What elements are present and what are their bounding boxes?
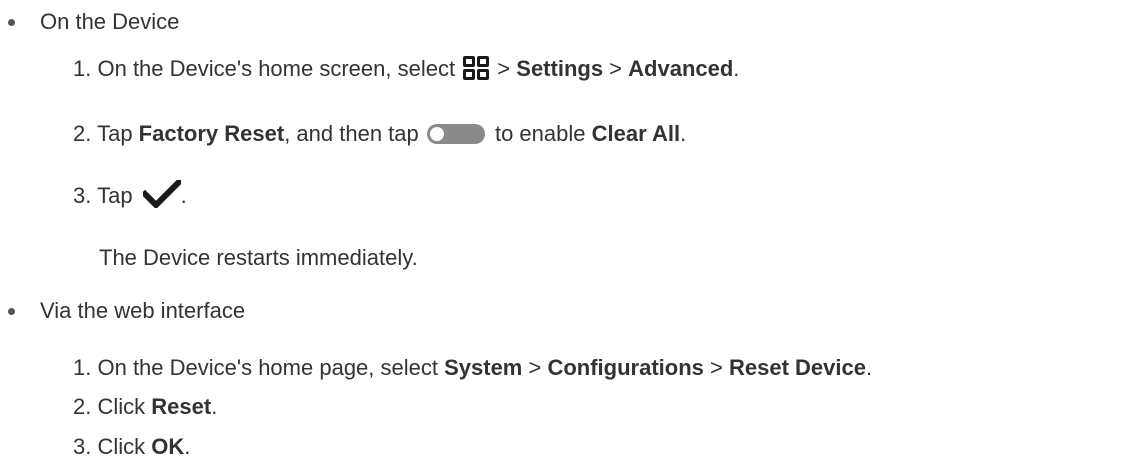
web-step-1: 1. On the Device's home page, select Sys…	[73, 353, 872, 383]
step-end: .	[733, 56, 740, 81]
step-end: .	[680, 121, 687, 146]
factory-reset-label: Factory Reset	[138, 121, 285, 146]
device-step-3: 3. Tap .	[73, 177, 187, 210]
heading-text: On the Device	[40, 9, 180, 34]
step-text: to enable	[488, 121, 592, 146]
device-result-note: The Device restarts immediately.	[99, 243, 418, 273]
step-text: On the Device's home page, select	[97, 355, 445, 380]
ok-label: OK	[151, 434, 185, 459]
configurations-label: Configurations	[547, 355, 704, 380]
step-number: 1.	[73, 56, 92, 81]
clear-all-label: Clear All	[591, 121, 681, 146]
step-number: 2.	[73, 121, 92, 146]
settings-label: Settings	[516, 56, 604, 81]
section-heading-on-device: On the Device	[40, 7, 179, 37]
section-heading-web-interface: Via the web interface	[40, 296, 245, 326]
step-text: Click	[97, 434, 152, 459]
web-step-3: 3. Click OK.	[73, 432, 190, 462]
reset-label: Reset	[151, 394, 212, 419]
advanced-label: Advanced	[628, 56, 734, 81]
step-number: 2.	[73, 394, 92, 419]
device-step-2: 2. Tap Factory Reset, and then tap to en…	[73, 119, 686, 149]
separator: >	[522, 355, 548, 380]
reset-device-label: Reset Device	[728, 355, 866, 380]
bullet-web-interface	[8, 308, 15, 315]
web-step-2: 2. Click Reset.	[73, 392, 217, 422]
separator: >	[491, 56, 517, 81]
step-end: .	[180, 183, 187, 208]
toggle-off-icon	[426, 122, 485, 144]
device-step-1: 1. On the Device's home screen, select >…	[73, 54, 739, 84]
step-end: .	[211, 394, 218, 419]
step-number: 3.	[73, 434, 92, 459]
apps-grid-icon	[463, 56, 490, 80]
step-number: 1.	[73, 355, 92, 380]
step-text: Click	[97, 394, 152, 419]
step-number: 3.	[73, 183, 92, 208]
checkmark-icon	[140, 177, 183, 210]
step-end: .	[865, 355, 873, 380]
step-text: Tap	[97, 121, 139, 146]
step-end: .	[184, 434, 191, 459]
step-text: Tap	[97, 183, 139, 208]
separator: >	[603, 56, 629, 81]
separator: >	[703, 355, 729, 380]
result-text: The Device restarts immediately.	[99, 245, 418, 270]
step-text: On the Device's home screen, select	[97, 56, 462, 81]
step-text: , and then tap	[284, 121, 425, 146]
bullet-on-device	[8, 19, 15, 26]
system-label: System	[444, 355, 523, 380]
heading-text: Via the web interface	[40, 298, 246, 323]
